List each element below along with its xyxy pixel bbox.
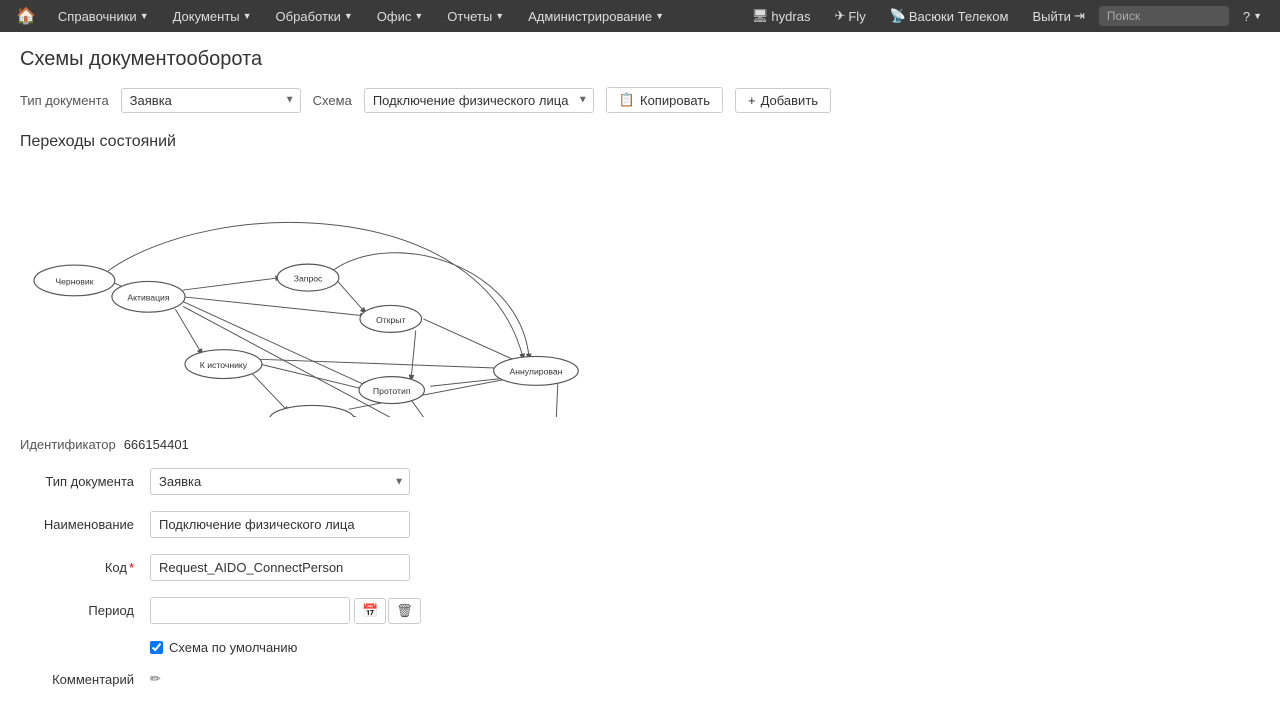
- form-comment-row: Комментарий ✏: [20, 671, 1260, 687]
- transitions-title: Переходы состояний: [20, 133, 1260, 151]
- svg-text:Аннулирован: Аннулирован: [509, 367, 562, 377]
- doc-type-select-wrapper: Заявка ▼: [121, 88, 301, 113]
- nav-item-references[interactable]: Справочники ▼: [48, 0, 159, 32]
- form-default-schema-row: Схема по умолчанию: [150, 640, 1260, 655]
- trash-icon: 🗑: [396, 603, 413, 618]
- form-code-input[interactable]: [150, 554, 410, 581]
- doc-type-select[interactable]: Заявка: [121, 88, 301, 113]
- schema-select-wrapper: Подключение физического лица ▼: [364, 88, 594, 113]
- identifier-row: Идентификатор 666154401: [20, 437, 1260, 452]
- calendar-icon: 📅: [362, 603, 378, 618]
- form-period-label: Период: [20, 603, 150, 618]
- plus-icon: +: [748, 93, 756, 108]
- svg-text:Открыт: Открыт: [376, 315, 405, 325]
- page-title: Схемы документооборота: [20, 48, 1260, 71]
- chevron-down-icon: ▼: [1253, 11, 1262, 21]
- schema-label: Схема: [313, 93, 352, 108]
- form-name-row: Наименование: [20, 511, 1260, 538]
- svg-text:Прототип: Прототип: [373, 386, 411, 396]
- nav-item-reports[interactable]: Отчеты ▼: [437, 0, 514, 32]
- default-schema-label: Схема по умолчанию: [169, 640, 297, 655]
- form-period-input[interactable]: [150, 597, 350, 624]
- copy-icon: 📋: [619, 92, 635, 108]
- navbar: 🏠 Справочники ▼ Документы ▼ Обработки ▼ …: [0, 0, 1280, 32]
- page-content: Схемы документооборота Тип документа Зая…: [0, 32, 1280, 719]
- form-code-row: Код: [20, 554, 1260, 581]
- add-button[interactable]: + Добавить: [735, 88, 831, 113]
- nav-item-admin[interactable]: Администрирование ▼: [518, 0, 674, 32]
- chevron-down-icon: ▼: [344, 11, 353, 21]
- help-button[interactable]: ? ▼: [1233, 9, 1272, 24]
- antenna-icon: 📡: [890, 8, 906, 24]
- clear-date-button[interactable]: 🗑: [388, 598, 421, 624]
- identifier-value: 666154401: [124, 437, 189, 452]
- nav-item-processing[interactable]: Обработки ▼: [266, 0, 363, 32]
- identifier-label: Идентификатор: [20, 437, 116, 452]
- form-doc-type-select-wrapper: Заявка ▼: [150, 468, 410, 495]
- info-section: Идентификатор 666154401 Тип документа За…: [20, 437, 1260, 687]
- nav-fly[interactable]: ✈ Fly: [824, 8, 875, 24]
- chevron-down-icon: ▼: [243, 11, 252, 21]
- nav-logout[interactable]: Выйти ⇥: [1022, 8, 1094, 24]
- home-button[interactable]: 🏠: [8, 6, 44, 26]
- copy-button[interactable]: 📋 Копировать: [606, 87, 723, 113]
- default-schema-checkbox[interactable]: [150, 641, 163, 654]
- form-doc-type-label: Тип документа: [20, 474, 150, 489]
- monitor-icon: 🖥: [752, 8, 769, 24]
- form-code-label: Код: [20, 560, 150, 575]
- svg-text:Активация: Активация: [127, 293, 169, 303]
- form-name-input[interactable]: [150, 511, 410, 538]
- svg-text:Черновик: Черновик: [55, 276, 93, 286]
- state-diagram: Черновик Активация Запрос Открыт К источ…: [20, 167, 600, 417]
- form-doc-type-select[interactable]: Заявка: [150, 468, 410, 495]
- search-input[interactable]: [1099, 6, 1229, 26]
- form-doc-type-row: Тип документа Заявка ▼: [20, 468, 1260, 495]
- form-period-row: Период 📅 🗑: [20, 597, 1260, 624]
- chevron-down-icon: ▼: [655, 11, 664, 21]
- calendar-button[interactable]: 📅: [354, 598, 386, 624]
- form-name-label: Наименование: [20, 517, 150, 532]
- doc-type-label: Тип документа: [20, 93, 109, 108]
- diagram-svg: Черновик Активация Запрос Открыт К источ…: [20, 167, 600, 417]
- edit-icon[interactable]: ✏: [150, 671, 161, 687]
- svg-text:Запрос: Запрос: [294, 273, 323, 283]
- chevron-down-icon: ▼: [414, 11, 423, 21]
- svg-text:К источнику: К источнику: [200, 360, 248, 370]
- nav-hydras[interactable]: 🖥 hydras: [742, 8, 821, 24]
- form-comment-label: Комментарий: [20, 672, 150, 687]
- nav-item-office[interactable]: Офис ▼: [367, 0, 434, 32]
- schema-select[interactable]: Подключение физического лица: [364, 88, 594, 113]
- chevron-down-icon: ▼: [495, 11, 504, 21]
- logout-icon: ⇥: [1074, 8, 1085, 24]
- top-toolbar: Тип документа Заявка ▼ Схема Подключение…: [20, 87, 1260, 113]
- plane-icon: ✈: [834, 8, 845, 24]
- nav-telecom[interactable]: 📡 Васюки Телеком: [880, 8, 1019, 24]
- svg-text:Подключается: Подключается: [283, 415, 341, 417]
- chevron-down-icon: ▼: [140, 11, 149, 21]
- nav-item-documents[interactable]: Документы ▼: [163, 0, 262, 32]
